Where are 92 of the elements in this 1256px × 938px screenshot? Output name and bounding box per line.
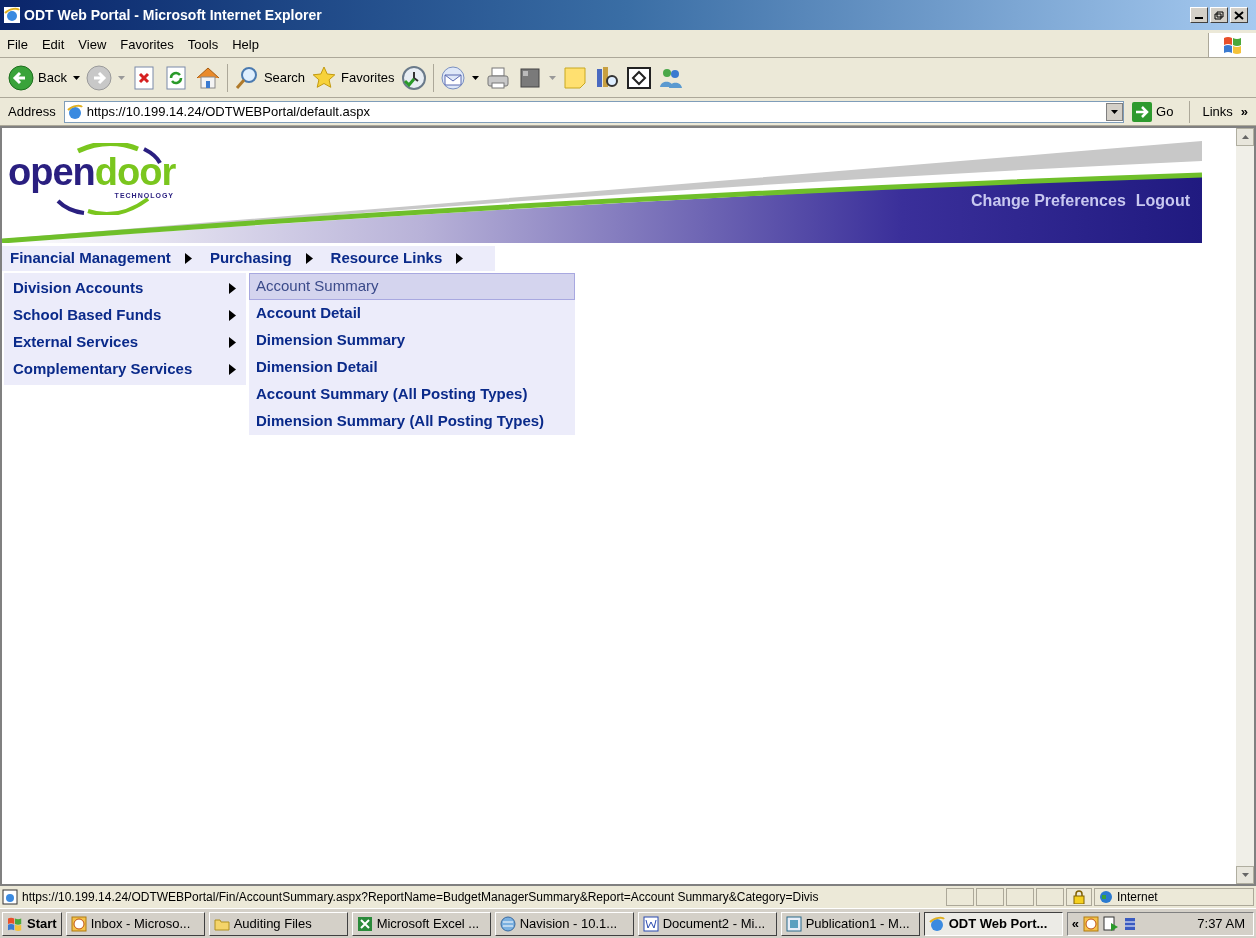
menu-option[interactable]: Account Summary (All Posting Types) (249, 381, 575, 408)
taskbar-button[interactable]: Document2 - Mi... (637, 911, 777, 936)
maximize-button[interactable] (1210, 7, 1228, 23)
menu-item[interactable]: Tools (180, 34, 226, 55)
menu-item[interactable]: File (0, 34, 35, 55)
submenu-item[interactable]: Complementary Services (4, 356, 246, 383)
tray-expand-button[interactable]: « (1071, 913, 1079, 934)
taskbar-button[interactable]: Microsoft Excel ... (351, 911, 491, 936)
menu-option[interactable]: Dimension Summary (All Posting Types) (249, 408, 575, 435)
chevron-button[interactable]: » (1236, 101, 1252, 122)
spreadsheet-icon (356, 915, 373, 932)
taskbar-button[interactable]: Publication1 - M... (780, 911, 920, 936)
minimize-icon (1195, 17, 1203, 19)
menu-item[interactable]: Favorites (113, 34, 181, 55)
printer-icon[interactable] (484, 64, 511, 91)
header-link[interactable]: Change Preferences (971, 189, 1126, 209)
submenu-arrow-icon (229, 364, 236, 375)
down-arrow-icon (1241, 873, 1249, 877)
close-button[interactable] (1230, 7, 1248, 23)
search-button[interactable]: Search (233, 64, 306, 91)
browser-icon (928, 915, 945, 932)
clock-icon (1082, 915, 1099, 932)
submenu-item[interactable]: School Based Funds (4, 302, 246, 329)
submenu-arrow-icon (229, 283, 236, 294)
search-icon[interactable] (233, 64, 260, 91)
taskbar-button[interactable]: Navision - 10.1... (494, 911, 634, 936)
status-text: https://10.199.14.24/ODTWEBPortal/Fin/AccountSummary.aspx?ReportName=BudgetManagerSummary&Report=Account Summary&Category=Divis (22, 889, 819, 906)
caret-icon (1111, 109, 1119, 114)
menu-option[interactable]: Dimension Summary (249, 327, 575, 354)
star-icon[interactable] (311, 64, 338, 91)
taskbar-button[interactable]: Auditing Files (208, 911, 348, 936)
nav-menu-item[interactable]: Purchasing (209, 247, 313, 270)
address-label: Address (7, 102, 57, 121)
windows-flag-icon (1222, 35, 1243, 54)
menu-item[interactable]: Edit (34, 34, 72, 55)
submenu-item[interactable]: External Services (4, 329, 246, 356)
close-icon (1234, 10, 1244, 20)
submenu-arrow-icon (305, 253, 313, 264)
address-field[interactable]: https://10.199.14.24/ODTWEBPortal/default.aspx (63, 100, 1125, 123)
nav-menu-item[interactable]: Financial Management (10, 247, 192, 270)
favorites-button[interactable]: Favorites (311, 64, 395, 91)
taskbar-button[interactable]: Inbox - Microso... (65, 911, 205, 936)
globe-icon (1099, 890, 1113, 904)
menu-option[interactable]: Dimension Detail (249, 354, 575, 381)
document-icon (642, 915, 659, 932)
padlock-icon (1073, 890, 1085, 904)
submenu-arrow-icon (456, 253, 464, 264)
windows-flag-icon (7, 916, 23, 931)
history-clock-icon[interactable] (400, 64, 427, 91)
mail-envelope-icon[interactable] (439, 64, 466, 91)
address-dropdown-button[interactable] (1106, 102, 1124, 121)
logo-text-door: door (94, 153, 176, 191)
up-arrow-icon (1241, 135, 1249, 139)
taskbar-button[interactable]: ODT Web Port... (923, 911, 1063, 936)
submenu-arrow-icon (184, 253, 192, 264)
page-icon (2, 889, 18, 905)
header-link[interactable]: Logout (1135, 189, 1190, 209)
address-value: https://10.199.14.24/ODTWEBPortal/default.aspx (86, 102, 371, 121)
logo-text-open: open (8, 153, 95, 191)
window-title: ODT Web Portal - Microsoft Internet Explorer (24, 5, 322, 25)
menu-option[interactable]: Account Summary (249, 273, 575, 300)
zone-label: Internet (1117, 889, 1158, 906)
menu-item[interactable]: Help (225, 34, 266, 55)
start-button[interactable]: Start (2, 911, 62, 936)
submenu-arrow-icon (229, 337, 236, 348)
scroll-up-button[interactable] (1236, 128, 1254, 146)
submenu-item[interactable]: Division Accounts (4, 275, 246, 302)
diamond-window-icon[interactable] (625, 64, 652, 91)
document-play-icon (1102, 915, 1119, 932)
back-button[interactable]: Back (8, 64, 67, 91)
browser-page-icon (66, 103, 83, 120)
nav-menu-item[interactable]: Resource Links (330, 247, 464, 270)
menu-item[interactable]: View (71, 34, 114, 55)
menu-option[interactable]: Account Detail (249, 300, 575, 327)
clock-time: 7:37 AM (1197, 914, 1246, 933)
status-pane (946, 888, 974, 906)
clock-icon (70, 915, 87, 932)
scroll-down-button[interactable] (1236, 866, 1254, 884)
dropdown-caret-icon[interactable] (72, 75, 80, 80)
status-pane (1036, 888, 1064, 906)
vertical-scrollbar[interactable] (1236, 128, 1254, 884)
go-button[interactable]: Go (1128, 101, 1178, 122)
restore-icon (1214, 10, 1224, 20)
dropdown-caret-icon[interactable] (471, 75, 479, 80)
status-pane (976, 888, 1004, 906)
minimize-button[interactable] (1190, 7, 1208, 23)
page-icon (785, 915, 802, 932)
links-label[interactable]: Links (1202, 101, 1233, 122)
browser-icon (4, 7, 20, 23)
globe-icon (499, 915, 516, 932)
submenu-arrow-icon (229, 310, 236, 321)
status-pane (1006, 888, 1034, 906)
